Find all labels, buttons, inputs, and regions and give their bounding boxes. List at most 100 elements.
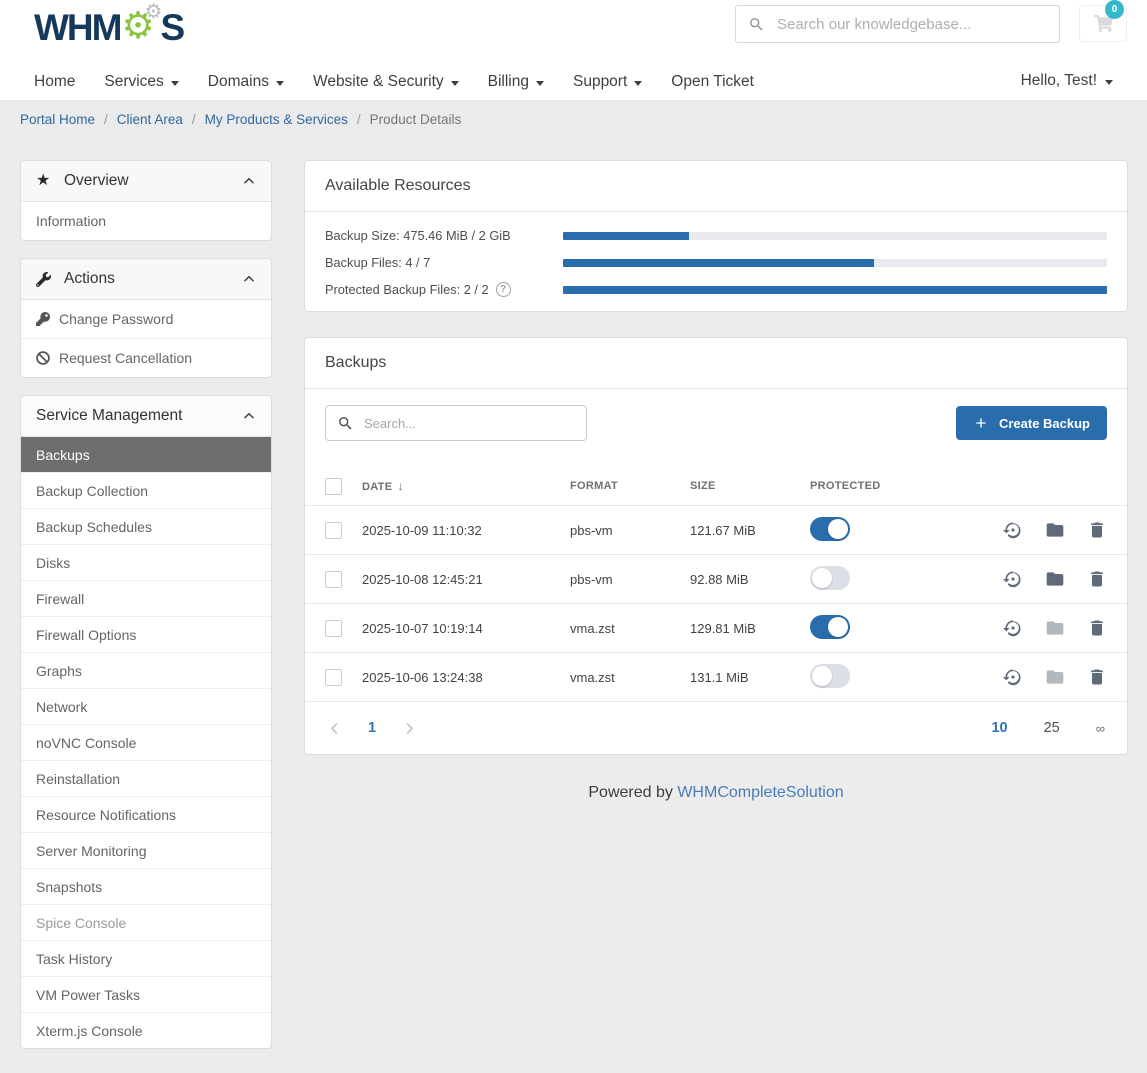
breadcrumb-portal-home[interactable]: Portal Home [20, 112, 95, 127]
create-backup-button[interactable]: Create Backup [956, 406, 1107, 440]
sidebar-item-novnc-console[interactable]: noVNC Console [21, 724, 271, 760]
next-page-icon[interactable] [402, 721, 417, 736]
protected-toggle[interactable] [810, 615, 850, 639]
row-checkbox[interactable] [325, 620, 342, 637]
delete-backup-button[interactable] [1087, 520, 1107, 540]
knowledgebase-search-input[interactable] [777, 16, 1047, 33]
page-size-all[interactable]: ∞ [1096, 721, 1105, 736]
sidebar-item-server-monitoring[interactable]: Server Monitoring [21, 832, 271, 868]
page-size-10[interactable]: 10 [991, 720, 1007, 736]
breadcrumb-my-products-services[interactable]: My Products & Services [205, 112, 348, 127]
actions-panel-header[interactable]: Actions [21, 259, 271, 300]
page-size-25[interactable]: 25 [1044, 720, 1060, 736]
select-all-checkbox[interactable] [325, 478, 342, 495]
help-icon[interactable]: ? [496, 282, 511, 297]
backups-search-input[interactable] [364, 416, 575, 431]
nav-item-billing[interactable]: Billing [488, 73, 544, 91]
column-header-size[interactable]: SIZE [690, 480, 810, 492]
chevron-down-icon [451, 81, 459, 86]
browse-files-button[interactable] [1045, 569, 1065, 589]
protected-toggle[interactable] [810, 664, 850, 688]
column-header-protected[interactable]: PROTECTED [810, 480, 950, 492]
sidebar-item-firewall-options[interactable]: Firewall Options [21, 616, 271, 652]
cell-size: 131.1 MiB [690, 670, 810, 685]
sidebar-item-label: Task History [36, 951, 112, 967]
restore-backup-button[interactable] [1003, 520, 1023, 540]
delete-backup-button[interactable] [1087, 618, 1107, 638]
backups-title: Backups [305, 338, 1127, 389]
knowledgebase-search [735, 5, 1060, 43]
delete-backup-button[interactable] [1087, 569, 1107, 589]
prev-page-icon[interactable] [327, 721, 342, 736]
sidebar-item-resource-notifications[interactable]: Resource Notifications [21, 796, 271, 832]
sidebar-item-graphs[interactable]: Graphs [21, 652, 271, 688]
sidebar-item-change-password[interactable]: Change Password [21, 300, 271, 338]
sidebar-item-reinstallation[interactable]: Reinstallation [21, 760, 271, 796]
breadcrumb-client-area[interactable]: Client Area [117, 112, 183, 127]
account-menu[interactable]: Hello, Test! [1021, 72, 1113, 90]
restore-backup-button[interactable] [1003, 618, 1023, 638]
page: WHM S 0 Home Services Domains Website & Sec… [0, 0, 1147, 1066]
protected-toggle[interactable] [810, 566, 850, 590]
actions-panel-title: Actions [64, 270, 115, 288]
chevron-down-icon [276, 81, 284, 86]
row-checkbox[interactable] [325, 571, 342, 588]
nav-item-open-ticket[interactable]: Open Ticket [671, 73, 754, 91]
column-header-format[interactable]: FORMAT [570, 480, 690, 492]
sidebar-item-firewall[interactable]: Firewall [21, 580, 271, 616]
sidebar-item-backups[interactable]: Backups [21, 437, 271, 472]
logo-text-s: S [160, 8, 183, 48]
delete-backup-button[interactable] [1087, 667, 1107, 687]
sidebar-item-network[interactable]: Network [21, 688, 271, 724]
create-backup-label: Create Backup [999, 416, 1090, 431]
restore-backup-button[interactable] [1003, 667, 1023, 687]
sidebar-item-label: Xterm.js Console [36, 1023, 143, 1039]
sidebar-item-label: Backups [36, 447, 90, 463]
cart-count-badge: 0 [1105, 0, 1124, 19]
browse-files-button[interactable] [1045, 520, 1065, 540]
progress-bar-fill [563, 232, 689, 240]
sidebar-item-vm-power-tasks[interactable]: VM Power Tasks [21, 976, 271, 1012]
search-icon [748, 16, 765, 33]
column-header-date[interactable]: DATE↓ [362, 479, 570, 493]
main-content: Available Resources Backup Size: 475.46 … [304, 160, 1128, 842]
breadcrumb-product-details: Product Details [370, 112, 462, 127]
sidebar-item-task-history[interactable]: Task History [21, 940, 271, 976]
chevron-down-icon [1105, 80, 1113, 85]
cell-date: 2025-10-06 13:24:38 [362, 670, 570, 685]
service-management-header[interactable]: Service Management [21, 396, 271, 437]
cell-date: 2025-10-07 10:19:14 [362, 621, 570, 636]
cell-format: vma.zst [570, 621, 690, 636]
nav-item-domains[interactable]: Domains [208, 73, 284, 91]
overview-panel-header[interactable]: Overview [21, 161, 271, 202]
sidebar-item-request-cancellation[interactable]: Request Cancellation [21, 338, 271, 377]
cart-button[interactable]: 0 [1079, 5, 1127, 42]
service-management-title: Service Management [36, 407, 182, 425]
nav-item-services[interactable]: Services [104, 73, 178, 91]
service-management-panel: Service Management Backups Backup Collect… [20, 395, 272, 1049]
progress-bar-fill [563, 286, 1107, 294]
table-row: 2025-10-08 12:45:21pbs-vm92.88 MiB [305, 554, 1127, 603]
sidebar-item-snapshots[interactable]: Snapshots [21, 868, 271, 904]
row-checkbox[interactable] [325, 522, 342, 539]
sidebar-item-label: noVNC Console [36, 735, 136, 751]
sidebar-item-backup-collection[interactable]: Backup Collection [21, 472, 271, 508]
sidebar-item-disks[interactable]: Disks [21, 544, 271, 580]
whmcs-logo[interactable]: WHM S [34, 8, 183, 50]
protected-toggle[interactable] [810, 517, 850, 541]
sidebar-item-xterm-js-console[interactable]: Xterm.js Console [21, 1012, 271, 1048]
nav-item-website-security[interactable]: Website & Security [313, 73, 459, 91]
breadcrumb-separator: / [104, 112, 108, 127]
current-page[interactable]: 1 [368, 720, 376, 736]
sidebar-item-information[interactable]: Information [21, 202, 271, 240]
sidebar-item-spice-console[interactable]: Spice Console [21, 904, 271, 940]
breadcrumb-separator: / [192, 112, 196, 127]
available-resources-panel: Available Resources Backup Size: 475.46 … [304, 160, 1128, 312]
sidebar-item-backup-schedules[interactable]: Backup Schedules [21, 508, 271, 544]
restore-backup-button[interactable] [1003, 569, 1023, 589]
nav-item-home[interactable]: Home [34, 73, 75, 91]
progress-bar [563, 259, 1107, 267]
whmcs-footer-link[interactable]: WHMCompleteSolution [677, 784, 843, 801]
nav-item-support[interactable]: Support [573, 73, 642, 91]
row-checkbox[interactable] [325, 669, 342, 686]
